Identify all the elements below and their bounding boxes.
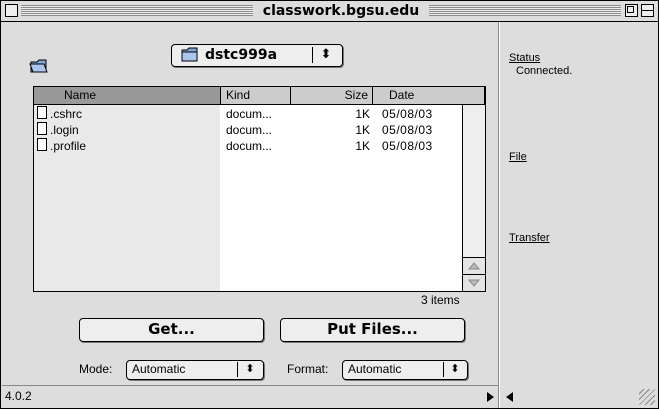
status-divider <box>2 385 498 386</box>
format-label: Format: <box>287 362 329 376</box>
sidebar-divider-highlight <box>499 22 500 408</box>
file-date: 05/08/03 <box>382 123 433 137</box>
vertical-scrollbar[interactable] <box>462 105 485 291</box>
mode-popup[interactable]: Automatic ⬍ <box>126 360 264 380</box>
folder-icon <box>181 47 198 62</box>
file-kind: docum... <box>226 139 273 153</box>
mode-label: Mode: <box>79 362 113 376</box>
ftp-window: classwork.bgsu.edu dstc999a ⬍ Name Kind … <box>0 0 659 409</box>
column-header-kind[interactable]: Kind <box>221 87 291 105</box>
up-arrow-icon[interactable] <box>463 257 485 274</box>
collapse-left-icon[interactable] <box>506 392 513 402</box>
file-date: 05/08/03 <box>382 107 433 121</box>
document-icon <box>37 106 47 119</box>
version-text: 4.0.2 <box>5 389 32 403</box>
collapse-box-icon[interactable] <box>641 4 654 17</box>
expand-right-icon[interactable] <box>487 392 494 402</box>
file-name: .cshrc <box>50 107 83 121</box>
item-count: 3 items <box>421 293 460 307</box>
grow-box-icon[interactable] <box>639 389 655 405</box>
column-header-name[interactable]: Name <box>34 87 221 105</box>
file-size: 1K <box>355 139 370 153</box>
put-files-button[interactable]: Put Files... <box>280 318 465 342</box>
window-title: classwork.bgsu.edu <box>253 2 429 20</box>
file-list[interactable]: Name Kind Size Date .cshrc docum... 1K 0… <box>33 86 486 292</box>
status-label: Status <box>509 52 541 64</box>
popup-separator <box>443 362 444 377</box>
get-button[interactable]: Get... <box>79 318 264 342</box>
file-row[interactable]: .login docum... 1K 05/08/03 <box>34 122 462 138</box>
transfer-label: Transfer <box>509 232 550 244</box>
mode-value: Automatic <box>132 362 186 376</box>
column-header-date[interactable]: Date <box>373 87 485 105</box>
chevron-updown-icon: ⬍ <box>245 363 255 375</box>
file-kind: docum... <box>226 107 273 121</box>
file-kind: docum... <box>226 123 273 137</box>
directory-name: dstc999a <box>205 47 278 63</box>
popup-separator <box>237 362 238 377</box>
chevron-updown-icon: ⬍ <box>320 46 332 61</box>
directory-popup[interactable]: dstc999a ⬍ <box>171 44 343 67</box>
popup-separator <box>312 47 313 63</box>
document-icon <box>37 138 47 151</box>
status-value: Connected. <box>516 65 573 77</box>
chevron-updown-icon: ⬍ <box>450 363 460 375</box>
file-row[interactable]: .profile docum... 1K 05/08/03 <box>34 138 462 154</box>
file-date: 05/08/03 <box>382 139 433 153</box>
title-bar[interactable]: classwork.bgsu.edu <box>1 1 658 22</box>
zoom-box-icon[interactable] <box>625 4 638 17</box>
file-row[interactable]: .cshrc docum... 1K 05/08/03 <box>34 106 462 122</box>
column-header-size[interactable]: Size <box>291 87 373 105</box>
format-value: Automatic <box>348 362 402 376</box>
file-name: .profile <box>50 139 87 153</box>
close-box-icon[interactable] <box>5 4 18 17</box>
file-label: File <box>509 151 527 163</box>
down-arrow-icon[interactable] <box>463 274 485 291</box>
file-size: 1K <box>355 107 370 121</box>
document-icon <box>37 122 47 135</box>
file-name: .login <box>50 123 79 137</box>
format-popup[interactable]: Automatic ⬍ <box>342 360 468 380</box>
folder-icon <box>29 59 48 73</box>
file-size: 1K <box>355 123 370 137</box>
